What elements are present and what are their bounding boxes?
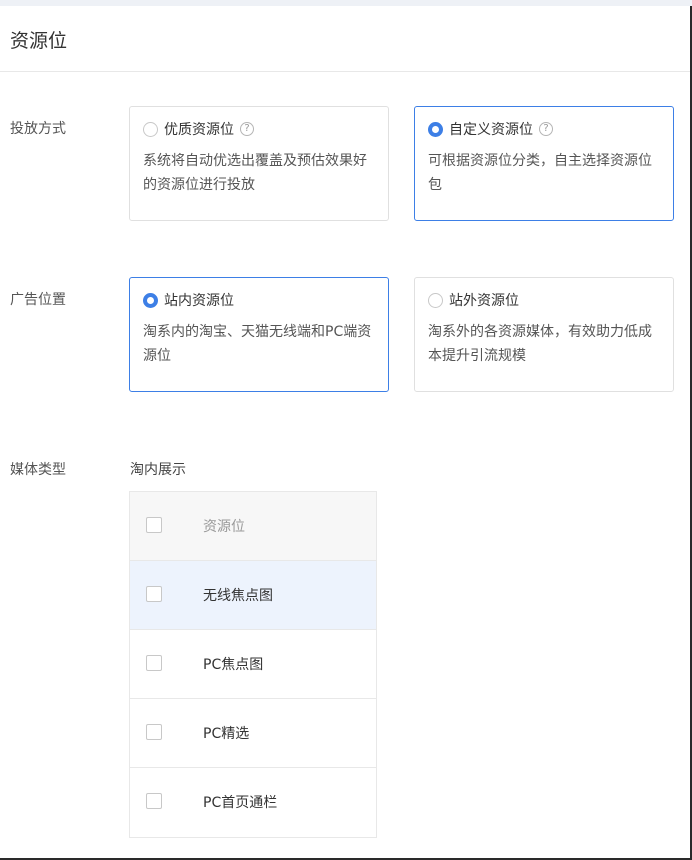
option-desc-onsite: 淘系内的淘宝、天猫无线端和PC端资源位 — [143, 324, 372, 364]
question-circle-icon[interactable]: ? — [539, 122, 553, 136]
table-cell: PC首页通栏 — [203, 795, 278, 811]
table-cell: PC精选 — [203, 726, 250, 742]
media-sub-label: 淘内展示 — [130, 462, 186, 478]
option-title-custom: 自定义资源位 — [449, 122, 533, 138]
media-type-label: 媒体类型 — [10, 462, 66, 478]
page-title: 资源位 — [10, 30, 68, 52]
option-title-onsite: 站内资源位 — [164, 293, 234, 309]
option-desc-custom: 可根据资源位分类，自主选择资源位包 — [428, 153, 652, 193]
radio-custom[interactable] — [428, 121, 443, 137]
option-title-offsite: 站外资源位 — [449, 293, 519, 309]
row-checkbox[interactable] — [146, 724, 162, 740]
table-row[interactable]: PC首页通栏 — [130, 768, 376, 837]
ad-position-label: 广告位置 — [10, 292, 66, 308]
table-cell: 无线焦点图 — [203, 588, 273, 604]
option-card-quality[interactable]: 优质资源位 ? 系统将自动优选出覆盖及预估效果好的资源位进行投放 — [129, 106, 389, 221]
table-cell: PC焦点图 — [203, 657, 264, 673]
table-row[interactable]: PC焦点图 — [130, 630, 376, 699]
option-title-quality: 优质资源位 — [164, 122, 234, 138]
radio-quality[interactable] — [143, 121, 158, 137]
row-checkbox[interactable] — [146, 793, 162, 809]
select-all-checkbox[interactable] — [146, 517, 162, 533]
radio-offsite[interactable] — [428, 292, 443, 308]
option-card-custom[interactable]: 自定义资源位 ? 可根据资源位分类，自主选择资源位包 — [414, 106, 674, 221]
question-circle-icon[interactable]: ? — [240, 122, 254, 136]
option-card-onsite[interactable]: 站内资源位 淘系内的淘宝、天猫无线端和PC端资源位 — [129, 277, 389, 392]
placement-label: 投放方式 — [10, 121, 66, 137]
radio-onsite[interactable] — [143, 292, 158, 308]
option-card-offsite[interactable]: 站外资源位 淘系外的各资源媒体，有效助力低成本提升引流规模 — [414, 277, 674, 392]
table-header-label: 资源位 — [203, 519, 245, 535]
table-row[interactable]: PC精选 — [130, 699, 376, 768]
table-header-row: 资源位 — [130, 492, 376, 561]
page-header: 资源位 — [0, 6, 692, 72]
option-desc-quality: 系统将自动优选出覆盖及预估效果好的资源位进行投放 — [143, 153, 367, 193]
row-checkbox[interactable] — [146, 655, 162, 671]
row-checkbox[interactable] — [146, 586, 162, 602]
option-desc-offsite: 淘系外的各资源媒体，有效助力低成本提升引流规模 — [428, 324, 652, 364]
table-row[interactable]: 无线焦点图 — [130, 561, 376, 630]
resource-table: 资源位 无线焦点图 PC焦点图 PC精选 PC首页通栏 — [129, 491, 377, 838]
